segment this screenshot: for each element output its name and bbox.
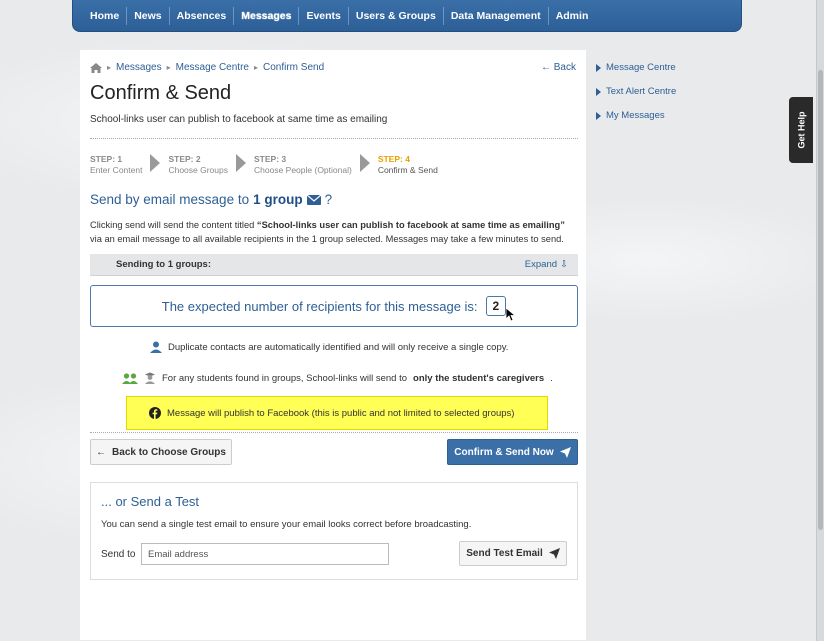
recipients-label: The expected number of recipients for th… xyxy=(161,298,478,314)
send-to-label: Send to xyxy=(101,549,136,560)
students-text: . xyxy=(550,372,553,384)
nav-home[interactable]: Home xyxy=(83,6,128,25)
students-bold-text: only the student's caregivers xyxy=(413,372,545,384)
breadcrumb-confirm-send[interactable]: Confirm Send xyxy=(263,62,324,73)
recipients-box: The expected number of recipients for th… xyxy=(90,285,578,327)
breadcrumb: ▸ Messages ▸ Message Centre ▸ Confirm Se… xyxy=(90,62,324,73)
scrollbar[interactable] xyxy=(816,0,824,641)
email-address-input[interactable] xyxy=(141,543,389,565)
nav-users-groups[interactable]: Users & Groups xyxy=(349,6,444,25)
desc-text: Clicking send will send the content titl… xyxy=(90,220,257,230)
nav-admin[interactable]: Admin xyxy=(549,7,596,25)
home-icon[interactable] xyxy=(90,62,102,73)
facebook-notice-text: Message will publish to Facebook (this i… xyxy=(167,407,515,419)
nav-data-management[interactable]: Data Management xyxy=(444,6,549,25)
step-arrow-icon xyxy=(359,154,370,172)
send-test-title: ... or Send a Test xyxy=(101,494,200,509)
sending-to-bar: Sending to 1 groups: Expand ⇩ xyxy=(90,254,578,276)
send-heading: Send by email message to 1 group ? xyxy=(90,192,332,207)
nav-absences[interactable]: Absences xyxy=(170,6,235,25)
sidebar-item-my-messages[interactable]: My Messages xyxy=(596,110,676,121)
get-help-label: Get Help xyxy=(796,111,807,149)
step-3: STEP: 3 Choose People (Optional) xyxy=(254,154,352,176)
step-1: STEP: 1 Enter Content xyxy=(90,154,142,176)
step-label: Confirm & Send xyxy=(377,165,438,175)
main-panel: ▸ Messages ▸ Message Centre ▸ Confirm Se… xyxy=(80,50,586,640)
group-count: 1 group xyxy=(253,192,303,207)
sidebar-item-message-centre[interactable]: Message Centre xyxy=(596,62,676,73)
triangle-right-icon xyxy=(596,63,601,72)
breadcrumb-message-centre[interactable]: Message Centre xyxy=(176,62,249,73)
envelope-icon xyxy=(306,194,321,205)
sidebar-item-label: Text Alert Centre xyxy=(606,86,677,97)
step-label: Choose People (Optional) xyxy=(254,165,352,175)
step-arrow-icon xyxy=(150,154,161,172)
send-heading-prefix: Send by email message to xyxy=(90,192,250,207)
desc-text: via an email message to all available re… xyxy=(90,234,564,244)
user-icon xyxy=(150,341,162,353)
back-link[interactable]: ← Back xyxy=(541,62,576,73)
back-button-label: Back to Choose Groups xyxy=(112,446,226,458)
send-test-email-button[interactable]: Send Test Email xyxy=(459,541,567,566)
breadcrumb-messages[interactable]: Messages xyxy=(116,62,162,73)
get-help-tab[interactable]: Get Help xyxy=(789,97,813,163)
send-heading-question: ? xyxy=(324,192,333,207)
paper-plane-icon xyxy=(559,446,571,458)
send-description: Clicking send will send the content titl… xyxy=(90,218,582,246)
step-number: STEP: 2 xyxy=(168,154,201,164)
step-number: STEP: 4 xyxy=(377,154,410,164)
back-link-label: Back xyxy=(553,62,576,73)
nav-messages[interactable]: Messages xyxy=(234,6,300,25)
arrow-left-icon: ← xyxy=(96,446,107,458)
arrow-left-icon: ← xyxy=(540,62,551,73)
recipients-count: 2 xyxy=(485,296,507,316)
page-title: Confirm & Send xyxy=(90,82,232,104)
send-test-box: ... or Send a Test You can send a single… xyxy=(90,482,578,580)
page-subtitle: School-links user can publish to faceboo… xyxy=(90,114,388,125)
student-icon xyxy=(145,372,155,384)
send-test-label: Send Test Email xyxy=(466,548,543,559)
duplicates-text: Duplicate contacts are automatically ide… xyxy=(168,341,509,353)
confirm-send-now-button[interactable]: Confirm & Send Now xyxy=(447,439,578,465)
step-2: STEP: 2 Choose Groups xyxy=(168,154,228,176)
divider xyxy=(90,138,578,139)
triangle-right-icon xyxy=(596,111,601,120)
top-nav: Home News Absences Messages Events Users… xyxy=(72,0,742,32)
scrollbar-thumb[interactable] xyxy=(818,70,823,530)
facebook-icon xyxy=(149,407,161,419)
nav-news[interactable]: News xyxy=(127,6,170,25)
breadcrumb-separator: ▸ xyxy=(166,63,171,72)
breadcrumb-separator: ▸ xyxy=(107,63,112,72)
expand-label: Expand xyxy=(524,259,558,270)
confirm-button-label: Confirm & Send Now xyxy=(454,446,554,458)
mouse-cursor-icon xyxy=(506,308,516,322)
triangle-right-icon xyxy=(596,87,601,96)
sidebar-item-text-alert-centre[interactable]: Text Alert Centre xyxy=(596,86,676,97)
step-arrow-icon xyxy=(236,154,246,172)
sidebar: Message Centre Text Alert Centre My Mess… xyxy=(596,62,676,134)
step-progress: STEP: 1 Enter Content STEP: 2 Choose Gro… xyxy=(90,154,438,176)
back-to-choose-groups-button[interactable]: ← Back to Choose Groups xyxy=(90,439,232,465)
step-label: Choose Groups xyxy=(168,165,228,175)
desc-title: “School-links user can publish to facebo… xyxy=(256,220,565,230)
divider xyxy=(90,432,578,433)
step-number: STEP: 3 xyxy=(254,154,287,164)
send-test-description: You can send a single test email to ensu… xyxy=(101,519,472,530)
duplicates-info: Duplicate contacts are automatically ide… xyxy=(150,341,508,353)
paper-plane-icon xyxy=(548,548,560,559)
students-text: For any students found in groups, School… xyxy=(162,372,408,384)
students-info: For any students found in groups, School… xyxy=(122,372,553,384)
step-4: STEP: 4 Confirm & Send xyxy=(378,154,438,176)
sending-to-label: Sending to 1 groups: xyxy=(116,259,211,270)
users-icon xyxy=(122,372,138,384)
sidebar-item-label: Message Centre xyxy=(606,62,676,73)
arrow-down-icon: ⇩ xyxy=(560,259,568,270)
facebook-notice: Message will publish to Facebook (this i… xyxy=(126,396,548,430)
expand-link[interactable]: Expand ⇩ xyxy=(525,259,568,270)
step-label: Enter Content xyxy=(90,165,143,175)
nav-events[interactable]: Events xyxy=(299,6,349,25)
sidebar-item-label: My Messages xyxy=(606,110,665,121)
step-number: STEP: 1 xyxy=(90,154,123,164)
breadcrumb-separator: ▸ xyxy=(253,63,258,72)
